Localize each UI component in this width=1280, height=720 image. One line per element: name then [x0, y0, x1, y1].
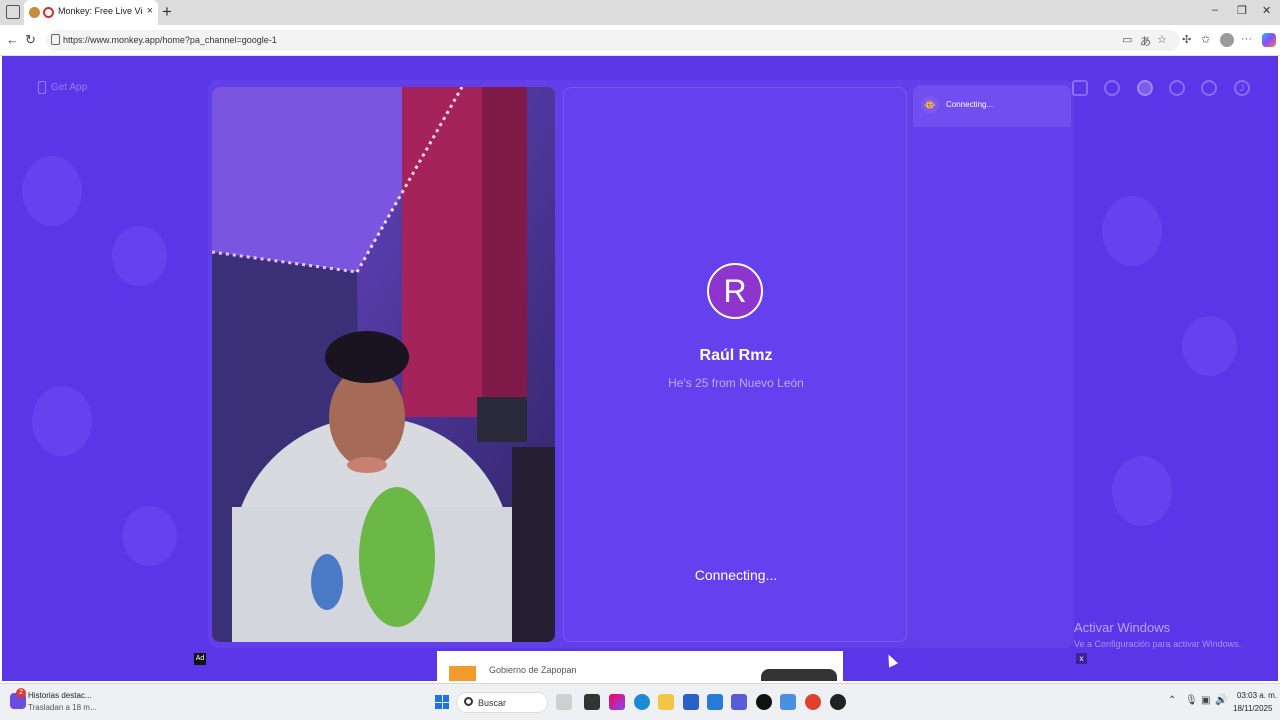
tab-avatar-icon: [29, 7, 40, 18]
background-blob: [32, 386, 92, 456]
peer-panel: R Raúl Rmz He's 25 from Nuevo León Conne…: [563, 87, 907, 642]
windows-logo-tile: [435, 702, 442, 709]
windows-logo-tile: [442, 695, 449, 702]
start-button[interactable]: [435, 695, 449, 709]
monkey-page: Get App R Raúl Rmz He's 25 from Nuevo Le…: [2, 56, 1278, 681]
teams-icon[interactable]: [731, 694, 747, 710]
browser-toolbar: ← ↻ https://www.monkey.app/home?pa_chann…: [0, 25, 1280, 56]
news-badge: 2: [16, 688, 26, 698]
windows-logo-tile: [442, 702, 449, 709]
profile-avatar-icon[interactable]: [1220, 33, 1234, 47]
task-view-icon[interactable]: [584, 694, 600, 710]
minimize-button[interactable]: –: [1212, 4, 1218, 16]
refresh-icon[interactable]: ↻: [25, 32, 36, 48]
extensions-icon[interactable]: ✣: [1182, 33, 1191, 46]
windows-activation-subtitle: Ve a Configuración para activar Windows.: [1074, 639, 1242, 649]
favorites-icon[interactable]: ✩: [1201, 33, 1210, 46]
recording-icon: [43, 7, 54, 18]
search-icon: [464, 697, 473, 706]
translate-icon[interactable]: あ: [1140, 33, 1151, 49]
browser-tab-strip: Monkey: Free Live Video Cha × + – ❐ ✕: [0, 0, 1280, 25]
taskbar-search[interactable]: Buscar: [456, 692, 548, 713]
connection-status: Connecting...: [694, 567, 778, 583]
background-blob: [22, 156, 82, 226]
close-icon[interactable]: x: [1076, 653, 1087, 664]
chrome-icon[interactable]: [805, 694, 821, 710]
background-blob: [1102, 196, 1162, 266]
tab-actions-icon[interactable]: [6, 5, 20, 19]
back-icon[interactable]: ←: [6, 32, 19, 47]
taskbar-date[interactable]: 18/11/2025: [1233, 704, 1272, 713]
network-icon[interactable]: ▣: [1201, 695, 1210, 706]
favorite-star-icon[interactable]: ☆: [1157, 33, 1167, 46]
ad-cta-button[interactable]: [761, 669, 837, 681]
background-blob: [1182, 316, 1237, 376]
coin-icon[interactable]: [1137, 80, 1153, 96]
volume-icon[interactable]: 🔊: [1215, 695, 1227, 706]
shop-icon[interactable]: [1072, 80, 1088, 96]
peer-avatar: R: [707, 263, 763, 319]
tab-title: Monkey: Free Live Video Cha: [58, 6, 142, 16]
new-tab-button[interactable]: +: [162, 2, 172, 22]
file-explorer-icon[interactable]: [658, 694, 674, 710]
app-notification-icon[interactable]: [830, 694, 846, 710]
advertiser-name: Gobierno de Zapopan: [489, 665, 577, 675]
background-blob: [1112, 456, 1172, 526]
windows-logo-tile: [435, 695, 442, 702]
tab-close-button[interactable]: ×: [147, 5, 153, 17]
get-app-button[interactable]: Get App: [28, 72, 92, 104]
user-avatar-icon[interactable]: J: [1234, 80, 1250, 96]
address-bar[interactable]: https://www.monkey.app/home?pa_channel=g…: [46, 30, 1180, 51]
browser-tab-monkey[interactable]: Monkey: Free Live Video Cha ×: [24, 0, 158, 25]
microphone-icon[interactable]: 🎙: [1185, 695, 1198, 706]
peer-subtitle: He's 25 from Nuevo León: [668, 376, 804, 390]
copilot-app-icon[interactable]: [556, 694, 572, 710]
more-menu-button[interactable]: ···: [1241, 33, 1252, 45]
chat-panel: 🐵 Connecting...: [913, 85, 1071, 642]
app-icon[interactable]: [780, 694, 796, 710]
search-icon[interactable]: [1104, 80, 1120, 96]
copilot-icon[interactable]: [1262, 33, 1276, 47]
site-info-icon[interactable]: [51, 34, 60, 45]
location-icon[interactable]: [1201, 80, 1217, 96]
windows-activation-title: Activar Windows: [1074, 620, 1171, 635]
monkey-icon: 🐵: [921, 96, 939, 114]
get-app-label: Get App: [51, 82, 88, 93]
window-close-button[interactable]: ✕: [1262, 4, 1271, 17]
copilot-taskbar-icon[interactable]: [609, 694, 625, 710]
ad-label: Ad: [194, 653, 206, 665]
self-video-image: [212, 87, 555, 642]
edge-icon[interactable]: [634, 694, 650, 710]
peer-name: Raúl Rmz: [699, 347, 773, 364]
phone-icon: [38, 81, 46, 94]
install-app-icon[interactable]: ▭: [1122, 33, 1132, 46]
restore-button[interactable]: ❐: [1237, 4, 1247, 17]
outlook-icon[interactable]: [707, 694, 723, 710]
ad-banner[interactable]: Gobierno de Zapopan: [437, 651, 843, 681]
taskbar-search-placeholder: Buscar: [478, 698, 507, 708]
store-icon[interactable]: [683, 694, 699, 710]
tiktok-icon[interactable]: [756, 694, 772, 710]
mouse-cursor-icon: [883, 652, 899, 668]
advertiser-logo: [449, 666, 476, 681]
self-video-feed: [212, 87, 555, 642]
windows-taskbar: 2 Historias destac... Trasladan a 18 m..…: [0, 683, 1280, 720]
news-title[interactable]: Historias destac...: [28, 691, 92, 700]
chat-item-status: Connecting...: [946, 100, 994, 109]
url-text[interactable]: https://www.monkey.app/home?pa_channel=g…: [63, 35, 277, 45]
history-icon[interactable]: [1169, 80, 1185, 96]
chat-list-item[interactable]: 🐵 Connecting...: [913, 85, 1071, 127]
background-blob: [122, 506, 177, 566]
news-subtitle[interactable]: Trasladan a 18 m...: [28, 703, 97, 712]
tray-chevron-icon[interactable]: ⌃: [1168, 695, 1176, 706]
background-blob: [112, 226, 167, 286]
taskbar-time[interactable]: 03:03 a. m.: [1237, 691, 1277, 700]
